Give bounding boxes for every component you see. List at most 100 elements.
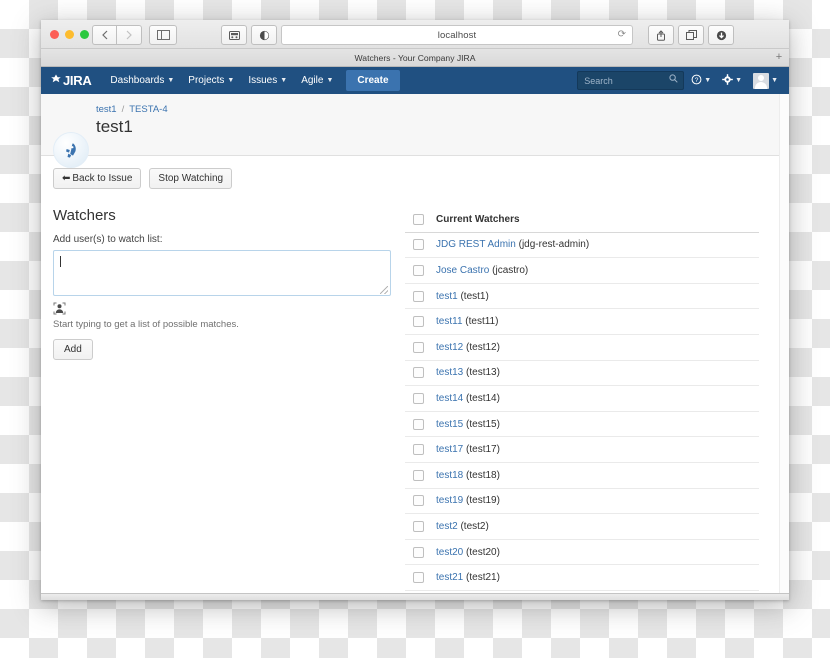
table-row[interactable]: test18 (test18)	[405, 463, 759, 489]
search-placeholder: Search	[584, 75, 613, 86]
watcher-name-link[interactable]: test15	[436, 419, 463, 430]
table-row[interactable]: test17 (test17)	[405, 437, 759, 463]
table-row[interactable]: test13 (test13)	[405, 361, 759, 387]
row-checkbox[interactable]	[413, 495, 424, 507]
user-picker-icon[interactable]	[53, 302, 66, 315]
row-checkbox[interactable]	[413, 520, 424, 532]
breadcrumb-project-link[interactable]: test1	[96, 104, 117, 115]
table-row[interactable]: JDG REST Admin (jdg-rest-admin)	[405, 233, 759, 259]
tabs-icon[interactable]	[678, 25, 704, 45]
row-checkbox[interactable]	[413, 316, 424, 328]
search-icon	[669, 74, 678, 85]
table-row[interactable]: test14 (test14)	[405, 386, 759, 412]
watcher-name-link[interactable]: test1	[436, 291, 458, 302]
watcher-name-link[interactable]: test14	[436, 393, 463, 404]
row-checkbox[interactable]	[413, 341, 424, 353]
table-row[interactable]: test20 (test20)	[405, 540, 759, 566]
watcher-name-link[interactable]: test12	[436, 342, 463, 353]
add-users-textarea[interactable]	[53, 250, 391, 296]
help-icon: ?	[691, 74, 702, 88]
nav-item-label: Dashboards	[110, 75, 165, 86]
watcher-name-link[interactable]: test2	[436, 521, 458, 532]
vertical-scrollbar[interactable]	[779, 94, 789, 600]
watcher-name-link[interactable]: test19	[436, 495, 463, 506]
row-checkbox[interactable]	[413, 469, 424, 481]
active-tab-title[interactable]: Watchers - Your Company JIRA	[355, 53, 476, 63]
watcher-name-link[interactable]: test11	[436, 316, 463, 327]
close-window-button[interactable]	[50, 30, 59, 39]
row-checkbox[interactable]	[413, 572, 424, 584]
minimize-window-button[interactable]	[65, 30, 74, 39]
jira-navigation-bar: JIRA Dashboards ▼ Projects ▼ Issues ▼ Ag…	[41, 67, 789, 94]
nav-item-projects[interactable]: Projects ▼	[181, 70, 241, 91]
select-all-checkbox[interactable]	[413, 213, 424, 225]
new-tab-button[interactable]: +	[773, 51, 785, 63]
watcher-name-link[interactable]: test17	[436, 444, 463, 455]
stop-watching-button[interactable]: Stop Watching	[149, 168, 233, 189]
row-checkbox[interactable]	[413, 290, 424, 302]
chevron-down-icon: ▼	[326, 77, 334, 84]
table-row[interactable]: test12 (test12)	[405, 335, 759, 361]
reader-icon[interactable]	[221, 25, 247, 45]
watcher-name-link[interactable]: test21	[436, 572, 463, 583]
watcher-name-link[interactable]: test18	[436, 470, 463, 481]
maximize-window-button[interactable]	[80, 30, 89, 39]
add-users-label: Add user(s) to watch list:	[53, 234, 163, 245]
watcher-name-link[interactable]: JDG REST Admin	[436, 239, 516, 250]
sidebar-icon[interactable]	[149, 25, 177, 45]
search-input[interactable]: Search	[577, 71, 685, 90]
gear-icon	[722, 73, 733, 88]
jira-logo[interactable]: JIRA	[50, 73, 92, 88]
row-checkbox[interactable]	[413, 392, 424, 404]
row-checkbox[interactable]	[413, 367, 424, 379]
privacy-icon[interactable]	[251, 25, 277, 45]
nav-item-agile[interactable]: Agile ▼	[294, 70, 340, 91]
text-cursor	[60, 256, 61, 267]
nav-right-group: Search ? ▼ ▼ ▼	[577, 67, 782, 94]
downloads-icon[interactable]	[708, 25, 734, 45]
watcher-name-link[interactable]: Jose Castro	[436, 265, 489, 276]
watcher-username: (test14)	[466, 392, 500, 404]
back-arrow-icon: ⬅	[62, 173, 71, 184]
window-controls	[50, 30, 89, 39]
table-row[interactable]: test19 (test19)	[405, 489, 759, 515]
row-checkbox[interactable]	[413, 546, 424, 558]
nav-item-issues[interactable]: Issues ▼	[241, 70, 294, 91]
add-watchers-panel: Watchers Add user(s) to watch list: Star…	[41, 207, 401, 591]
watcher-username: (test12)	[466, 341, 500, 353]
nav-item-label: Agile	[301, 75, 324, 86]
back-icon[interactable]	[92, 25, 117, 45]
share-icon[interactable]	[648, 25, 674, 45]
watcher-username: (test21)	[466, 572, 500, 584]
table-row[interactable]: test2 (test2)	[405, 514, 759, 540]
nav-item-dashboards[interactable]: Dashboards ▼	[103, 70, 181, 91]
address-bar[interactable]: localhost ⟳	[281, 25, 633, 45]
table-row[interactable]: test15 (test15)	[405, 412, 759, 438]
forward-icon[interactable]	[116, 25, 142, 45]
current-watchers-label: Current Watchers	[436, 213, 520, 225]
table-row[interactable]: test11 (test11)	[405, 309, 759, 335]
window-bottom-bar	[41, 593, 789, 600]
reload-icon[interactable]: ⟳	[618, 29, 626, 40]
breadcrumb-separator: /	[121, 104, 125, 115]
table-row[interactable]: test1 (test1)	[405, 284, 759, 310]
page-title: test1	[96, 117, 133, 136]
create-button[interactable]: Create	[346, 70, 400, 91]
help-button[interactable]: ? ▼	[687, 74, 715, 88]
watchers-list: Current Watchers JDG REST Admin (jdg-res…	[405, 207, 759, 591]
settings-button[interactable]: ▼	[718, 73, 746, 88]
table-row[interactable]: test21 (test21)	[405, 565, 759, 591]
add-button[interactable]: Add	[53, 339, 93, 360]
watcher-username: (test19)	[466, 495, 500, 507]
row-checkbox[interactable]	[413, 444, 424, 456]
back-to-issue-button[interactable]: ⬅ Back to Issue	[53, 168, 142, 189]
profile-button[interactable]: ▼	[749, 72, 782, 89]
table-row[interactable]: Jose Castro (jcastro)	[405, 258, 759, 284]
watcher-name-link[interactable]: test13	[436, 367, 463, 378]
row-checkbox[interactable]	[413, 418, 424, 430]
resize-handle[interactable]	[380, 286, 388, 294]
watcher-name-link[interactable]: test20	[436, 547, 463, 558]
row-checkbox[interactable]	[413, 239, 424, 251]
breadcrumb-issue-link[interactable]: TESTA-4	[129, 104, 167, 115]
row-checkbox[interactable]	[413, 264, 424, 276]
